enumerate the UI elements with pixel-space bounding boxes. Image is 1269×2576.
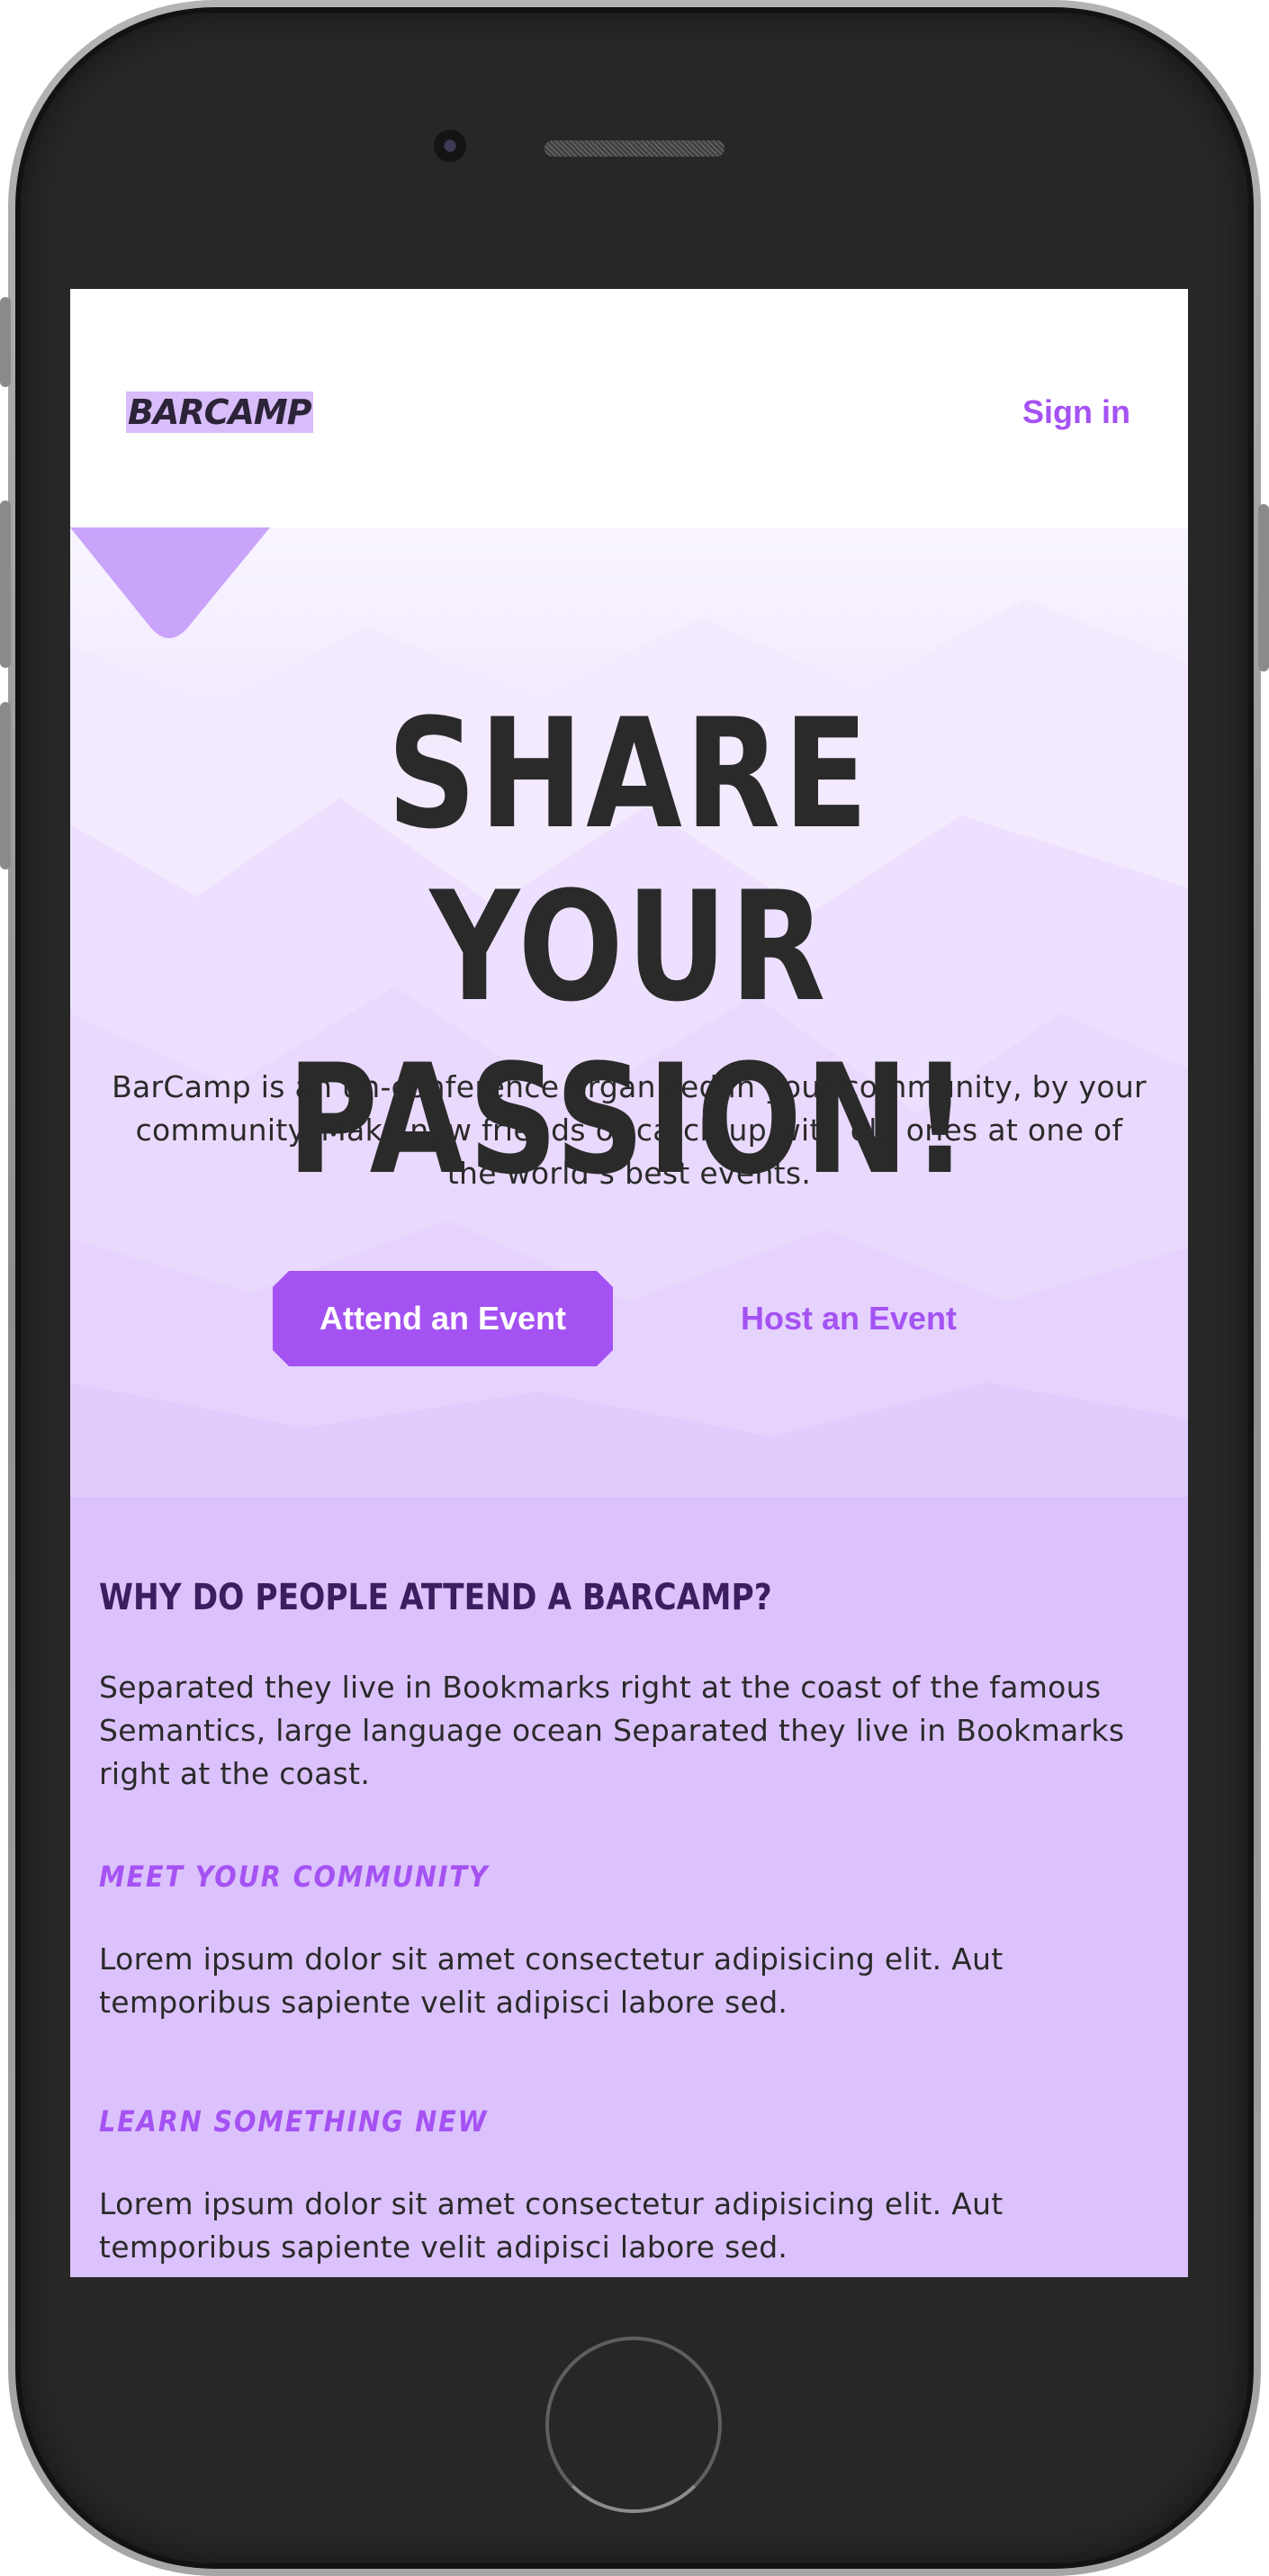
volume-up-button bbox=[0, 500, 11, 668]
earpiece-speaker bbox=[544, 140, 724, 157]
learn-something-text: Lorem ipsum dolor sit amet consectetur a… bbox=[99, 2186, 1004, 2265]
why-attend-section: WHY DO PEOPLE ATTEND A BARCAMP? Separate… bbox=[70, 1497, 1188, 2277]
why-attend-heading: WHY DO PEOPLE ATTEND A BARCAMP? bbox=[99, 1577, 772, 1618]
power-button bbox=[1258, 504, 1269, 671]
learn-something-heading: LEARN SOMETHING NEW bbox=[99, 2104, 489, 2139]
meet-community-text: Lorem ipsum dolor sit amet consectetur a… bbox=[99, 1941, 1004, 2020]
screen: BARCAMP Sign in SHARE YOUR PASSION! BarC… bbox=[70, 289, 1188, 2277]
site-header: BARCAMP Sign in bbox=[70, 289, 1188, 527]
hero-description: BarCamp is an un-conference organized in… bbox=[112, 1069, 1147, 1191]
sign-in-link[interactable]: Sign in bbox=[1022, 392, 1130, 432]
mute-switch bbox=[0, 297, 11, 387]
home-button[interactable] bbox=[545, 2337, 722, 2513]
meet-community-heading: MEET YOUR COMMUNITY bbox=[99, 1860, 490, 1894]
front-camera bbox=[434, 130, 466, 162]
barcamp-logo[interactable]: BARCAMP bbox=[126, 392, 313, 433]
host-event-link[interactable]: Host an Event bbox=[700, 1271, 997, 1366]
hero-section: SHARE YOUR PASSION! BarCamp is an un-con… bbox=[70, 527, 1188, 1497]
attend-event-button[interactable]: Attend an Event bbox=[273, 1271, 613, 1366]
volume-down-button bbox=[0, 702, 11, 869]
why-attend-text: Separated they live in Bookmarks right a… bbox=[99, 1670, 1125, 1791]
hero-title-line-1: SHARE YOUR bbox=[387, 686, 871, 1035]
